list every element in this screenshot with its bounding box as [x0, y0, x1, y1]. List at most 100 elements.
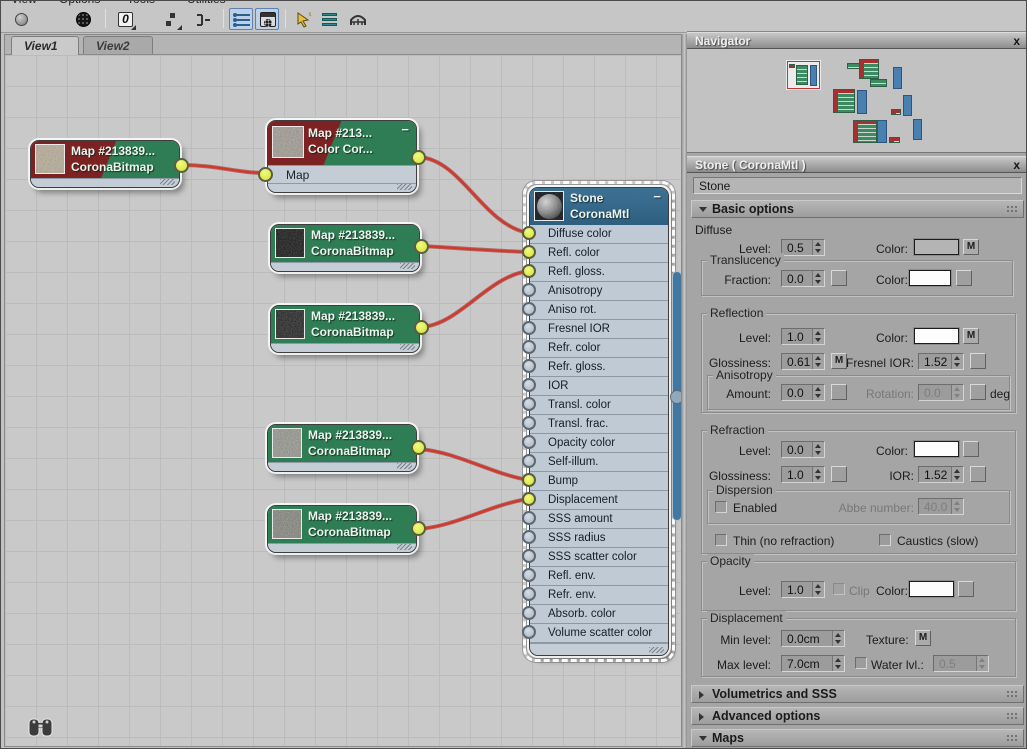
input-socket[interactable] — [522, 321, 536, 335]
fresnel-ior-spinner[interactable]: 1.52 — [918, 353, 964, 370]
translucency-color-swatch[interactable] — [909, 270, 951, 286]
rotation-map-button[interactable] — [970, 384, 986, 400]
input-socket[interactable] — [522, 454, 536, 468]
stone-slot-displacement[interactable]: Displacement — [522, 491, 668, 510]
binoculars-icon[interactable] — [27, 715, 55, 744]
rollout-volumetrics[interactable]: Volumetrics and SSS — [691, 685, 1024, 703]
collapse-node-button[interactable]: − — [401, 122, 409, 137]
refraction-glossiness-map-button[interactable] — [831, 466, 847, 482]
max-level-spinner[interactable]: 7.0cm — [781, 655, 845, 672]
rollout-grip-icon[interactable] — [1006, 690, 1017, 699]
tab-view1[interactable]: View1 — [11, 36, 79, 55]
stone-slot-sss-scatter-color[interactable]: SSS scatter color — [522, 548, 668, 567]
connector-icon[interactable] — [191, 8, 215, 30]
stone-slot-transl-frac[interactable]: Transl. frac. — [522, 415, 668, 434]
fraction-spinner[interactable]: 0.0 — [781, 270, 825, 287]
node-stone-coronamtl[interactable]: Stone CoronaMtl − Diffuse color Refl. col… — [522, 181, 681, 662]
reflection-color-swatch[interactable] — [914, 328, 959, 344]
input-socket[interactable] — [522, 226, 536, 240]
thin-checkbox[interactable] — [715, 534, 727, 546]
input-socket[interactable] — [522, 245, 536, 259]
input-socket[interactable] — [522, 397, 536, 411]
spinner-arrows[interactable] — [976, 656, 988, 671]
node-corona-bitmap-1[interactable]: Map #213839... CoronaBitmap — [30, 140, 189, 188]
output-socket[interactable] — [411, 150, 426, 165]
resize-grip[interactable] — [397, 463, 412, 469]
refraction-level-spinner[interactable]: 0.0 — [781, 441, 825, 458]
spinner-arrows[interactable] — [951, 467, 963, 482]
amount-spinner[interactable]: 0.0 — [781, 384, 825, 401]
diffuse-level-spinner[interactable]: 0.5 — [781, 239, 825, 256]
stone-slot-opacity-color[interactable]: Opacity color — [522, 434, 668, 453]
layout-dots-icon[interactable] — [159, 8, 183, 30]
close-icon[interactable]: x — [1013, 158, 1020, 172]
stone-slot-refl-color[interactable]: Refl. color — [522, 244, 668, 263]
spinner-arrows[interactable] — [951, 385, 963, 400]
stone-slot-anisotropy[interactable]: Anisotropy — [522, 282, 668, 301]
clip-checkbox[interactable] — [833, 583, 845, 595]
caustics-checkbox[interactable] — [879, 534, 891, 546]
stone-slot-refl-env[interactable]: Refl. env. — [522, 567, 668, 586]
refraction-map-button[interactable] — [963, 441, 979, 457]
input-socket[interactable] — [522, 473, 536, 487]
close-icon[interactable]: x — [1013, 34, 1020, 48]
material-name-field[interactable]: Stone — [693, 177, 1022, 194]
input-socket[interactable] — [522, 606, 536, 620]
output-socket[interactable] — [411, 440, 426, 455]
spinner-arrows[interactable] — [951, 354, 963, 369]
tab-view2[interactable]: View2 — [83, 36, 153, 55]
spinner-arrows[interactable] — [812, 329, 824, 344]
input-socket[interactable] — [522, 340, 536, 354]
fraction-map-button[interactable] — [831, 270, 847, 286]
stone-slot-ior[interactable]: IOR — [522, 377, 668, 396]
material-sphere-icon[interactable] — [9, 8, 33, 30]
list-view-icon[interactable] — [317, 8, 341, 30]
diffuse-map-button[interactable]: M — [963, 239, 979, 255]
minimap-viewport[interactable] — [787, 61, 820, 89]
rollout-grip-icon[interactable] — [1006, 734, 1017, 743]
input-socket[interactable] — [522, 511, 536, 525]
stone-slot-bump[interactable]: Bump — [522, 472, 668, 491]
spinner-arrows[interactable] — [812, 354, 824, 369]
min-level-spinner[interactable]: 0.0cm — [781, 630, 845, 647]
bridge-icon[interactable] — [345, 8, 369, 30]
input-socket[interactable] — [522, 302, 536, 316]
input-socket[interactable] — [522, 264, 536, 278]
resize-grip[interactable] — [400, 263, 415, 269]
stone-slot-absorb-color[interactable]: Absorb. color — [522, 605, 668, 624]
parameter-list-icon[interactable] — [229, 8, 253, 30]
stone-slot-fresnel-ior[interactable]: Fresnel IOR — [522, 320, 668, 339]
refraction-glossiness-spinner[interactable]: 1.0 — [781, 466, 825, 483]
input-socket[interactable] — [522, 283, 536, 297]
ior-spinner[interactable]: 1.52 — [918, 466, 964, 483]
stone-slot-aniso-rot[interactable]: Aniso rot. — [522, 301, 668, 320]
scrollbar-knob[interactable] — [670, 390, 681, 404]
reflection-level-spinner[interactable]: 1.0 — [781, 328, 825, 345]
rotation-spinner[interactable]: 0.0 — [918, 384, 964, 401]
enabled-checkbox[interactable] — [715, 501, 727, 513]
input-socket[interactable] — [522, 549, 536, 563]
resize-grip[interactable] — [397, 184, 412, 190]
preview-window-icon[interactable] — [255, 8, 279, 30]
spinner-arrows[interactable] — [951, 499, 963, 514]
input-socket[interactable] — [522, 492, 536, 506]
stone-slot-diffuse-color[interactable]: Diffuse color — [522, 225, 668, 244]
rollout-advanced-options[interactable]: Advanced options — [691, 707, 1024, 725]
input-socket[interactable] — [522, 416, 536, 430]
spinner-arrows[interactable] — [812, 582, 824, 597]
map-input-slot[interactable]: Map — [258, 165, 416, 183]
translucency-map-button[interactable] — [956, 270, 972, 286]
abbe-number-spinner[interactable]: 40.0 — [918, 498, 964, 515]
stone-slot-volume-scatter-color[interactable]: Volume scatter color — [522, 624, 668, 643]
reflection-map-button[interactable]: M — [963, 328, 979, 344]
stone-slot-sss-amount[interactable]: SSS amount — [522, 510, 668, 529]
node-color-correct[interactable]: Map #213... Color Cor... − Map — [258, 120, 426, 193]
zero-toggle-icon[interactable]: 0 — [113, 8, 137, 30]
checker-map-icon[interactable] — [71, 8, 95, 30]
output-socket[interactable] — [174, 158, 189, 173]
navigator-minimap[interactable] — [687, 49, 1026, 153]
refraction-color-swatch[interactable] — [914, 441, 959, 457]
rollout-grip-icon[interactable] — [1006, 205, 1017, 214]
displacement-texture-button[interactable]: M — [915, 630, 931, 646]
parameters-header[interactable]: Stone ( CoronaMtl ) x — [687, 156, 1026, 173]
